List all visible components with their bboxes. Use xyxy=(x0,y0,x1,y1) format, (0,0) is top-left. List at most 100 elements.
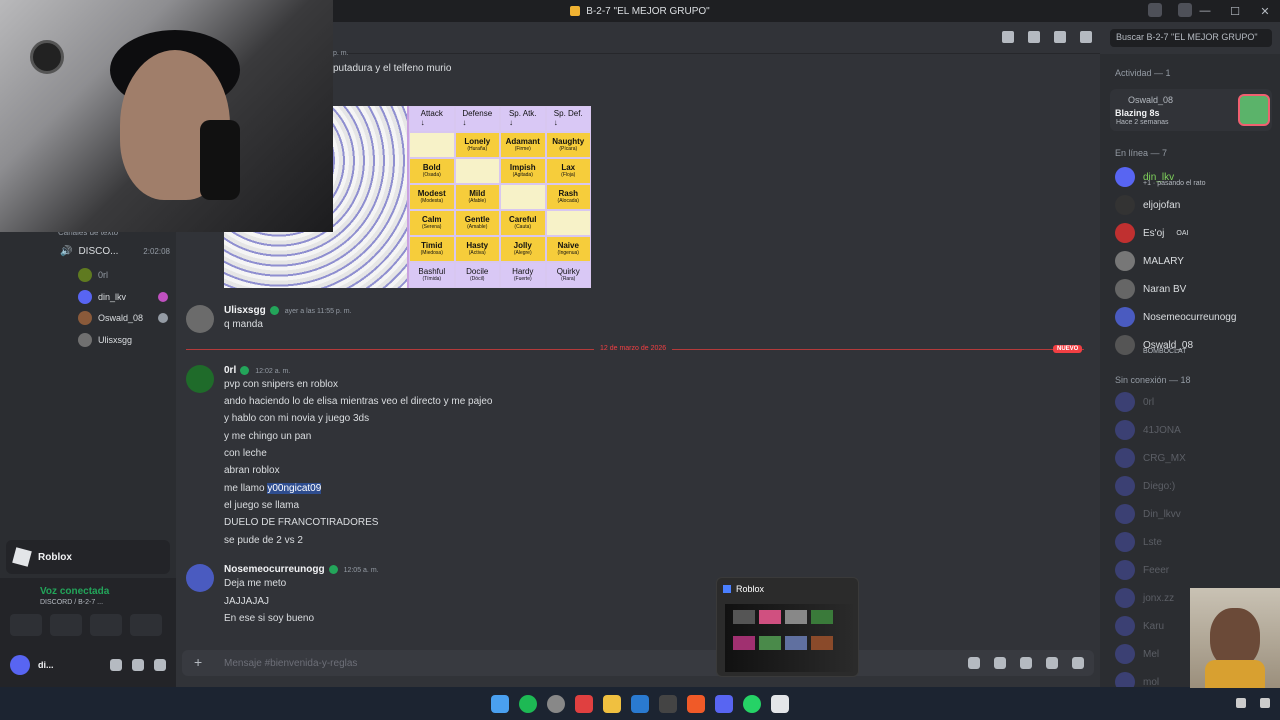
member-name: CRG_MX xyxy=(1143,452,1186,464)
taskbar xyxy=(0,687,1280,720)
table-cell: Careful (Cauta) xyxy=(500,210,546,236)
members-icon[interactable] xyxy=(1080,31,1092,43)
outlook-icon[interactable] xyxy=(631,694,649,713)
member-item[interactable]: Nosemeocurreunogg xyxy=(1115,307,1236,327)
author-name[interactable]: Nosemeocurreunogg xyxy=(224,564,325,575)
activities-button[interactable] xyxy=(90,614,122,636)
window-thumbnail[interactable] xyxy=(725,604,853,672)
avatar xyxy=(78,290,92,304)
brave-icon[interactable] xyxy=(687,694,705,713)
message-line: con leche xyxy=(224,448,267,459)
member-name: Nosemeocurreunogg xyxy=(1143,311,1237,323)
table-cell: Bashful (Tímida) xyxy=(409,262,455,288)
highlighted-text[interactable]: y00ngicat09 xyxy=(267,483,322,494)
gift-icon[interactable] xyxy=(968,657,980,669)
member-item-offline[interactable]: Karu xyxy=(1115,616,1164,636)
avatar[interactable] xyxy=(186,365,214,393)
microphone xyxy=(200,120,240,200)
avatar xyxy=(1115,420,1135,440)
obs-icon[interactable] xyxy=(547,694,565,713)
message-line: ando haciendo lo de elisa mientras veo e… xyxy=(224,396,493,407)
member-item[interactable]: din_lkv +1 · pasando el rato xyxy=(1115,167,1205,187)
editor-icon[interactable] xyxy=(659,694,677,713)
voice-user[interactable]: din_lkv xyxy=(78,290,168,304)
soundboard-button[interactable] xyxy=(130,614,162,636)
avatar[interactable] xyxy=(186,564,214,592)
taskbar-preview[interactable]: Roblox xyxy=(716,577,859,677)
avatar[interactable] xyxy=(186,305,214,333)
avatar[interactable] xyxy=(10,654,30,675)
threads-icon[interactable] xyxy=(1002,31,1014,43)
camera-button[interactable] xyxy=(10,614,42,636)
screen-share-button[interactable] xyxy=(50,614,82,636)
stream-icon xyxy=(158,292,168,302)
sticker-icon[interactable] xyxy=(1020,657,1032,669)
member-name: Feeer xyxy=(1143,564,1170,576)
message-line: En ese si soy bueno xyxy=(224,613,315,624)
bell-icon[interactable] xyxy=(1028,31,1040,43)
nature-translation: (Cauta) xyxy=(514,223,532,230)
member-item-offline[interactable]: Lste xyxy=(1115,532,1162,552)
plus-icon[interactable]: + xyxy=(194,654,202,670)
member-item-offline[interactable]: 41JONA xyxy=(1115,420,1181,440)
voice-sub[interactable]: DISCORD / B-2-7 ... xyxy=(40,599,103,606)
gif-icon[interactable] xyxy=(994,657,1006,669)
nature-translation: (Miedosa) xyxy=(420,249,443,256)
member-item-offline[interactable]: CRG_MX xyxy=(1115,448,1186,468)
member-item-offline[interactable]: jonx.zz xyxy=(1115,588,1174,608)
pin-icon[interactable] xyxy=(1054,31,1066,43)
search-input[interactable]: Buscar B-2-7 "EL MEJOR GRUPO" xyxy=(1110,29,1272,47)
author-name[interactable]: Ulisxsgg xyxy=(224,305,266,316)
member-item-offline[interactable]: Feeer xyxy=(1115,560,1169,580)
message-composer[interactable]: + Mensaje #bienvenida-y-reglas xyxy=(182,650,1094,676)
member-item-offline[interactable]: 0rl xyxy=(1115,392,1154,412)
headphones-icon[interactable] xyxy=(132,658,144,671)
discord-icon[interactable] xyxy=(715,694,733,713)
member-item-offline[interactable]: Mel xyxy=(1115,644,1159,664)
maximize-button[interactable]: ☐ xyxy=(1220,5,1250,18)
system-tray xyxy=(1236,698,1270,708)
voice-user[interactable]: Oswald_08 xyxy=(78,311,168,325)
mic-tray-icon[interactable] xyxy=(1236,698,1246,708)
activity-panel[interactable]: Roblox xyxy=(6,540,170,574)
nature-translation: (Dócil) xyxy=(470,275,485,282)
voice-user[interactable]: Ulisxsgg xyxy=(78,333,168,347)
table-cell xyxy=(545,210,591,236)
emoji-icon[interactable] xyxy=(1046,657,1058,669)
inbox-icon[interactable] xyxy=(1148,3,1162,17)
app-icon[interactable] xyxy=(575,694,593,713)
server-icon xyxy=(570,6,581,16)
member-item[interactable]: Es'oj OAI xyxy=(1115,223,1188,243)
mic-icon[interactable] xyxy=(110,658,122,671)
roblox-taskbar-icon[interactable] xyxy=(771,694,789,713)
member-item[interactable]: Oswald_08 BOMBOCLAT xyxy=(1115,335,1193,355)
activity-card[interactable]: Oswald_08 Blazing 8s Hace 2 semanas xyxy=(1110,89,1272,131)
wifi-icon[interactable] xyxy=(1260,698,1270,708)
voice-channel[interactable]: 🔊 DISCO... 2:02:08 xyxy=(60,246,170,257)
member-name: 0rl xyxy=(1143,396,1155,408)
apps-icon[interactable] xyxy=(1072,657,1084,669)
message-input[interactable]: Mensaje #bienvenida-y-reglas xyxy=(224,658,357,669)
verified-icon xyxy=(240,365,250,375)
avatar xyxy=(1115,560,1135,580)
minimize-button[interactable]: — xyxy=(1190,5,1220,17)
dartboard xyxy=(30,40,64,74)
voice-user[interactable]: 0rl xyxy=(78,268,168,282)
avatar xyxy=(1115,616,1135,636)
avatar xyxy=(1115,476,1135,496)
message-line: y hablo con mi novia y juego 3ds xyxy=(224,413,370,424)
member-item-offline[interactable]: Diego:) xyxy=(1115,476,1175,496)
author-name[interactable]: 0rl xyxy=(224,365,236,376)
folder-icon[interactable] xyxy=(603,694,621,713)
chat-header xyxy=(333,22,1100,54)
windows-start-icon[interactable] xyxy=(491,694,509,713)
member-item-offline[interactable]: Din_lkvv xyxy=(1115,504,1181,524)
member-item[interactable]: Naran BV xyxy=(1115,279,1186,299)
member-item[interactable]: MALARY xyxy=(1115,251,1184,271)
settings-icon[interactable] xyxy=(154,658,166,671)
member-item[interactable]: eljojofan xyxy=(1115,195,1180,215)
close-button[interactable]: ✕ xyxy=(1250,5,1280,18)
spotify-icon[interactable] xyxy=(519,694,537,713)
message-line: DUELO DE FRANCOTIRADORES xyxy=(224,517,379,528)
whatsapp-icon[interactable] xyxy=(743,694,761,713)
